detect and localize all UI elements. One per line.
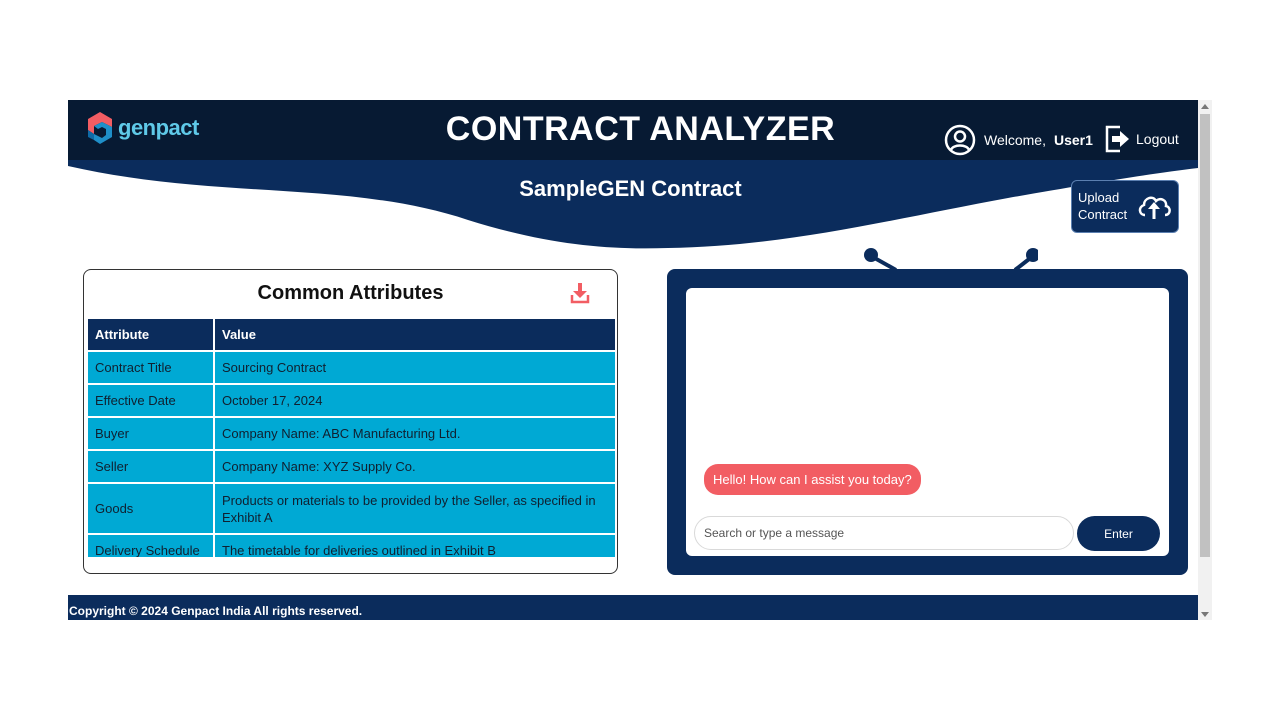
- scroll-thumb[interactable]: [1200, 114, 1210, 557]
- attribute-cell: Effective Date: [88, 385, 213, 416]
- copyright-text: Copyright © 2024 Genpact India All right…: [69, 604, 363, 618]
- cloud-upload-icon: [1138, 196, 1171, 219]
- table-row: Contract Title Sourcing Contract: [88, 352, 615, 383]
- attributes-table: Attribute Value Contract Title Sourcing …: [86, 317, 617, 557]
- user-name: User1: [1053, 132, 1093, 148]
- chat-message-input[interactable]: [694, 516, 1074, 550]
- attributes-table-scroll[interactable]: Attribute Value Contract Title Sourcing …: [86, 317, 617, 557]
- chat-greeting-bubble: Hello! How can I assist you today?: [704, 464, 921, 495]
- logout-button[interactable]: Logout: [1104, 124, 1179, 154]
- value-cell: Products or materials to be provided by …: [215, 484, 615, 533]
- user-circle-icon: [944, 124, 976, 156]
- table-row: Seller Company Name: XYZ Supply Co.: [88, 451, 615, 482]
- column-header-value: Value: [215, 319, 615, 350]
- upload-contract-label: Upload Contract: [1078, 190, 1128, 222]
- value-cell: The timetable for deliveries outlined in…: [215, 535, 615, 557]
- value-cell: Company Name: XYZ Supply Co.: [215, 451, 615, 482]
- attribute-cell: Buyer: [88, 418, 213, 449]
- logout-icon: [1105, 125, 1129, 153]
- value-cell: Company Name: ABC Manufacturing Ltd.: [215, 418, 615, 449]
- welcome-area: Welcome, User1: [944, 124, 1093, 156]
- table-row: Goods Products or materials to be provid…: [88, 484, 615, 533]
- enter-button[interactable]: Enter: [1077, 516, 1160, 551]
- table-row: Buyer Company Name: ABC Manufacturing Lt…: [88, 418, 615, 449]
- chat-panel: Hello! How can I assist you today? Enter: [667, 269, 1188, 575]
- welcome-label: Welcome,: [984, 132, 1046, 148]
- contract-name: SampleGEN Contract: [519, 176, 742, 201]
- download-icon[interactable]: [570, 282, 590, 304]
- attribute-cell: Delivery Schedule: [88, 535, 213, 557]
- scroll-up-arrow[interactable]: [1201, 104, 1209, 109]
- footer: Copyright © 2024 Genpact India All right…: [68, 595, 1198, 620]
- upload-contract-button[interactable]: Upload Contract: [1071, 180, 1179, 233]
- chat-window: Hello! How can I assist you today? Enter: [686, 288, 1169, 556]
- page-scrollbar[interactable]: [1198, 100, 1212, 620]
- table-row: Effective Date October 17, 2024: [88, 385, 615, 416]
- table-row: Delivery Schedule The timetable for deli…: [88, 535, 615, 557]
- column-header-attribute: Attribute: [88, 319, 213, 350]
- value-cell: Sourcing Contract: [215, 352, 615, 383]
- attribute-cell: Contract Title: [88, 352, 213, 383]
- common-attributes-title: Common Attributes: [257, 282, 444, 304]
- attribute-cell: Seller: [88, 451, 213, 482]
- logout-label: Logout: [1136, 131, 1179, 147]
- attribute-cell: Goods: [88, 484, 213, 533]
- scroll-down-arrow[interactable]: [1201, 612, 1209, 617]
- value-cell: October 17, 2024: [215, 385, 615, 416]
- table-header-row: Attribute Value: [88, 319, 615, 350]
- common-attributes-card: Common Attributes Attribute Value Contra…: [83, 269, 618, 574]
- app-window: genpact CONTRACT ANALYZER Welcome, User1…: [68, 100, 1198, 620]
